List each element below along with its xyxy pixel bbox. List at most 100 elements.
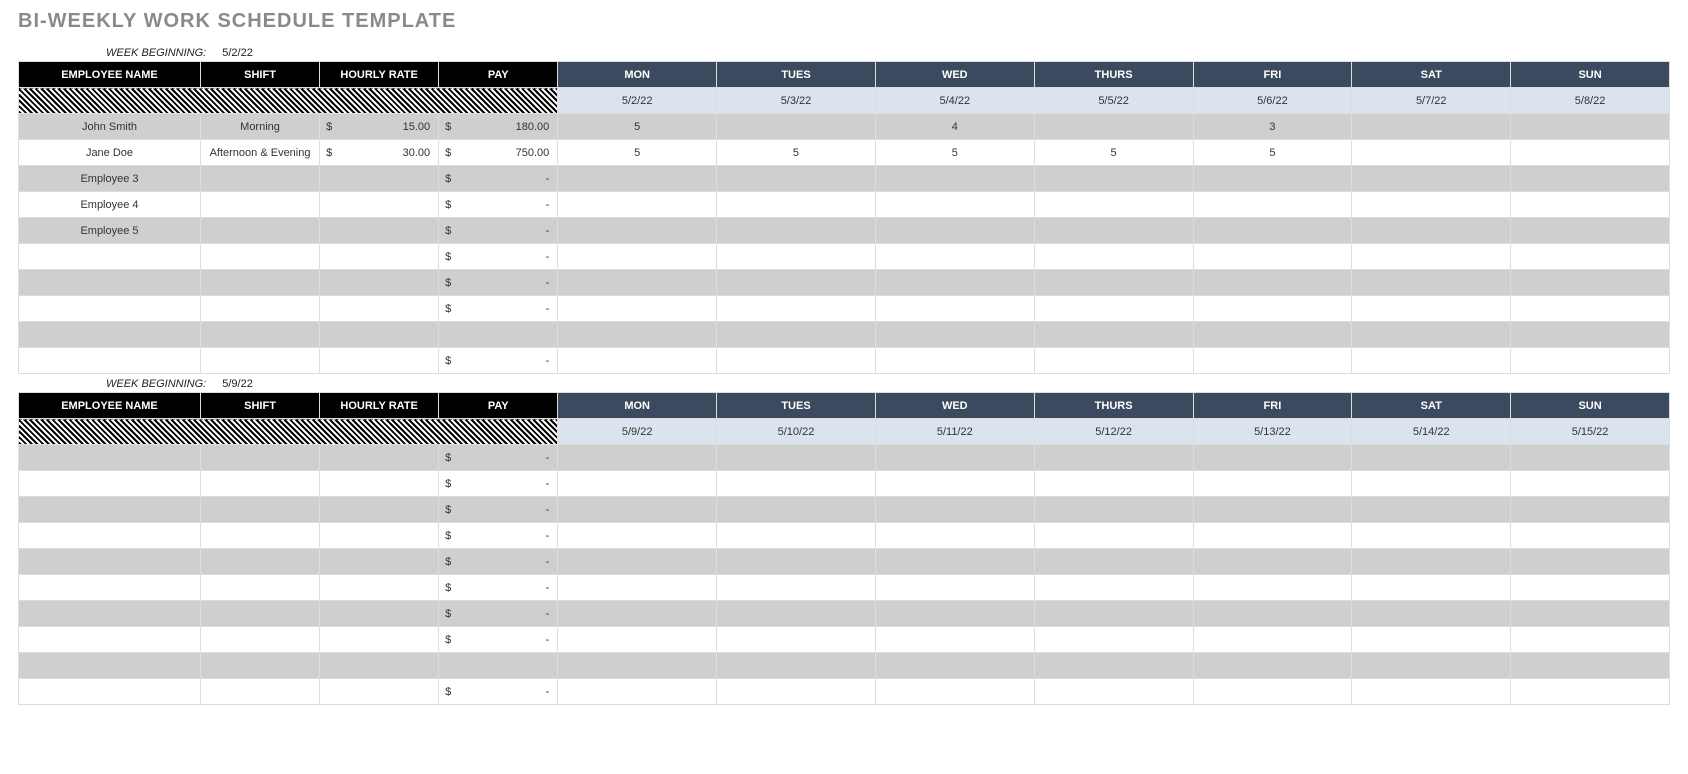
shift-cell[interactable] [200,575,319,601]
employee-name-cell[interactable] [19,270,201,296]
hours-cell[interactable] [717,679,876,705]
pay-cell[interactable] [439,653,558,679]
hours-cell[interactable] [1511,471,1670,497]
employee-name-cell[interactable] [19,575,201,601]
hours-cell[interactable]: 5 [558,114,717,140]
hours-cell[interactable] [1034,575,1193,601]
pay-cell[interactable]: $- [439,445,558,471]
hours-cell[interactable] [1352,601,1511,627]
hours-cell[interactable]: 5 [717,140,876,166]
hours-cell[interactable] [1193,549,1352,575]
hours-cell[interactable] [558,627,717,653]
hours-cell[interactable] [1511,627,1670,653]
hours-cell[interactable] [1034,270,1193,296]
hours-cell[interactable] [1193,244,1352,270]
hours-cell[interactable] [1352,679,1511,705]
pay-cell[interactable]: $- [439,244,558,270]
hours-cell[interactable] [717,523,876,549]
hours-cell[interactable] [1193,679,1352,705]
hours-cell[interactable] [1511,653,1670,679]
shift-cell[interactable] [200,653,319,679]
hours-cell[interactable] [1034,322,1193,348]
week-beginning-date[interactable]: 5/9/22 [222,378,253,390]
hours-cell[interactable] [875,523,1034,549]
hourly-rate-cell[interactable] [320,296,439,322]
hours-cell[interactable] [875,575,1034,601]
hours-cell[interactable] [875,296,1034,322]
hours-cell[interactable] [558,523,717,549]
hourly-rate-cell[interactable] [320,445,439,471]
hours-cell[interactable] [717,322,876,348]
hours-cell[interactable] [717,653,876,679]
hours-cell[interactable] [1511,575,1670,601]
hours-cell[interactable] [558,218,717,244]
employee-name-cell[interactable] [19,445,201,471]
hours-cell[interactable] [875,549,1034,575]
hours-cell[interactable] [717,497,876,523]
pay-cell[interactable] [439,322,558,348]
shift-cell[interactable] [200,627,319,653]
hours-cell[interactable] [1352,497,1511,523]
hours-cell[interactable]: 4 [875,114,1034,140]
employee-name-cell[interactable] [19,627,201,653]
date-cell[interactable]: 5/11/22 [875,419,1034,445]
hours-cell[interactable] [875,192,1034,218]
week-beginning-date[interactable]: 5/2/22 [222,47,253,59]
date-cell[interactable]: 5/8/22 [1511,88,1670,114]
hours-cell[interactable] [558,549,717,575]
hours-cell[interactable] [717,471,876,497]
hours-cell[interactable] [717,192,876,218]
hours-cell[interactable] [1034,549,1193,575]
employee-name-cell[interactable] [19,471,201,497]
hours-cell[interactable] [1034,445,1193,471]
hours-cell[interactable] [1034,471,1193,497]
hours-cell[interactable] [1193,322,1352,348]
employee-name-cell[interactable] [19,549,201,575]
hours-cell[interactable] [875,497,1034,523]
date-cell[interactable]: 5/3/22 [717,88,876,114]
hours-cell[interactable] [875,244,1034,270]
hours-cell[interactable] [558,575,717,601]
shift-cell[interactable] [200,244,319,270]
hours-cell[interactable] [1193,627,1352,653]
hours-cell[interactable] [1034,679,1193,705]
hours-cell[interactable] [1193,166,1352,192]
date-cell[interactable]: 5/14/22 [1352,419,1511,445]
hourly-rate-cell[interactable] [320,523,439,549]
date-cell[interactable]: 5/7/22 [1352,88,1511,114]
hours-cell[interactable]: 5 [1193,140,1352,166]
hours-cell[interactable] [717,296,876,322]
hours-cell[interactable] [1193,601,1352,627]
hours-cell[interactable] [1511,140,1670,166]
hours-cell[interactable] [717,270,876,296]
hours-cell[interactable]: 3 [1193,114,1352,140]
hourly-rate-cell[interactable] [320,549,439,575]
hours-cell[interactable] [875,218,1034,244]
hours-cell[interactable] [1034,192,1193,218]
hours-cell[interactable] [1193,497,1352,523]
hourly-rate-cell[interactable] [320,627,439,653]
employee-name-cell[interactable]: Employee 4 [19,192,201,218]
date-cell[interactable]: 5/2/22 [558,88,717,114]
hours-cell[interactable] [1034,114,1193,140]
shift-cell[interactable] [200,322,319,348]
hours-cell[interactable] [1511,497,1670,523]
hours-cell[interactable] [875,601,1034,627]
hours-cell[interactable] [1511,523,1670,549]
shift-cell[interactable] [200,348,319,374]
shift-cell[interactable] [200,218,319,244]
pay-cell[interactable]: $- [439,497,558,523]
employee-name-cell[interactable] [19,296,201,322]
hours-cell[interactable] [717,244,876,270]
pay-cell[interactable]: $- [439,192,558,218]
hours-cell[interactable] [1511,348,1670,374]
hours-cell[interactable] [1511,218,1670,244]
hours-cell[interactable] [558,166,717,192]
pay-cell[interactable]: $750.00 [439,140,558,166]
hours-cell[interactable] [1352,549,1511,575]
hours-cell[interactable] [1511,549,1670,575]
pay-cell[interactable]: $- [439,627,558,653]
hours-cell[interactable] [1511,322,1670,348]
hours-cell[interactable] [1511,192,1670,218]
hours-cell[interactable] [1193,471,1352,497]
